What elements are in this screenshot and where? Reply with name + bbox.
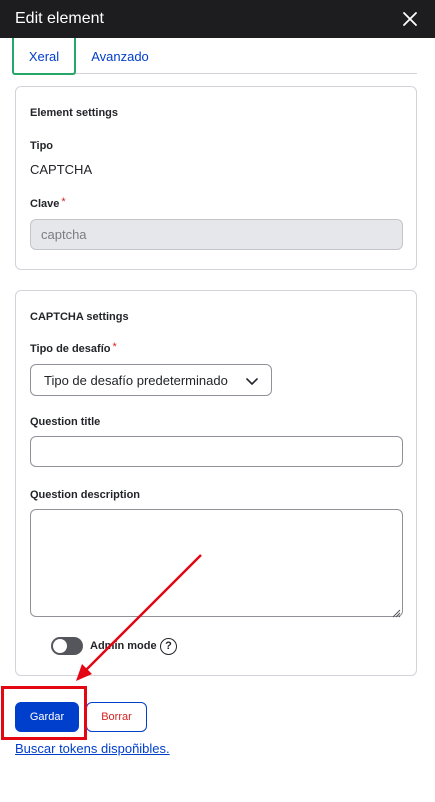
tab-avanzado[interactable]: Avanzado — [89, 38, 151, 75]
required-mark: * — [61, 196, 66, 208]
tipo-value: CAPTCHA — [30, 162, 93, 177]
challenge-type-label-text: Tipo de desafío — [30, 343, 111, 355]
admin-mode-toggle[interactable] — [51, 637, 83, 655]
clave-label: Clave * — [30, 196, 66, 210]
question-title-input[interactable] — [30, 436, 403, 467]
dialog-title: Edit element — [15, 10, 104, 27]
required-mark: * — [112, 341, 117, 353]
toggle-knob — [53, 639, 67, 653]
help-icon[interactable]: ? — [160, 638, 177, 655]
element-settings-legend: Element settings — [30, 107, 119, 119]
question-description-label: Question description — [30, 489, 141, 501]
tipo-label: Tipo — [30, 140, 54, 152]
element-settings-card: Element settings Tipo CAPTCHA Clave * cap… — [15, 86, 417, 270]
admin-mode-label: Admin mode — [90, 640, 157, 652]
challenge-type-select[interactable]: Tipo de desafío predeterminado — [30, 364, 272, 396]
challenge-type-selected: Tipo de desafío predeterminado — [44, 373, 228, 388]
chevron-down-icon — [245, 375, 259, 387]
question-description-textarea[interactable] — [30, 509, 403, 618]
close-icon[interactable] — [400, 9, 420, 29]
save-button[interactable]: Gardar — [15, 702, 79, 732]
question-title-label: Question title — [30, 416, 101, 428]
clave-label-text: Clave — [30, 198, 60, 210]
delete-button[interactable]: Borrar — [86, 702, 147, 732]
tab-xeral[interactable]: Xeral — [12, 38, 76, 75]
captcha-settings-legend: CAPTCHA settings — [30, 311, 129, 323]
clave-field: captcha — [30, 219, 403, 250]
dialog-titlebar: Edit element — [0, 0, 435, 38]
captcha-settings-card: CAPTCHA settings Tipo de desafío * Tipo d… — [15, 290, 417, 676]
tokens-link[interactable]: Buscar tokens dispoñibles. — [15, 741, 170, 756]
tab-bar: Xeral Avanzado — [12, 38, 417, 75]
challenge-type-label: Tipo de desafío * — [30, 341, 117, 355]
resize-grip-icon[interactable] — [391, 605, 401, 618]
